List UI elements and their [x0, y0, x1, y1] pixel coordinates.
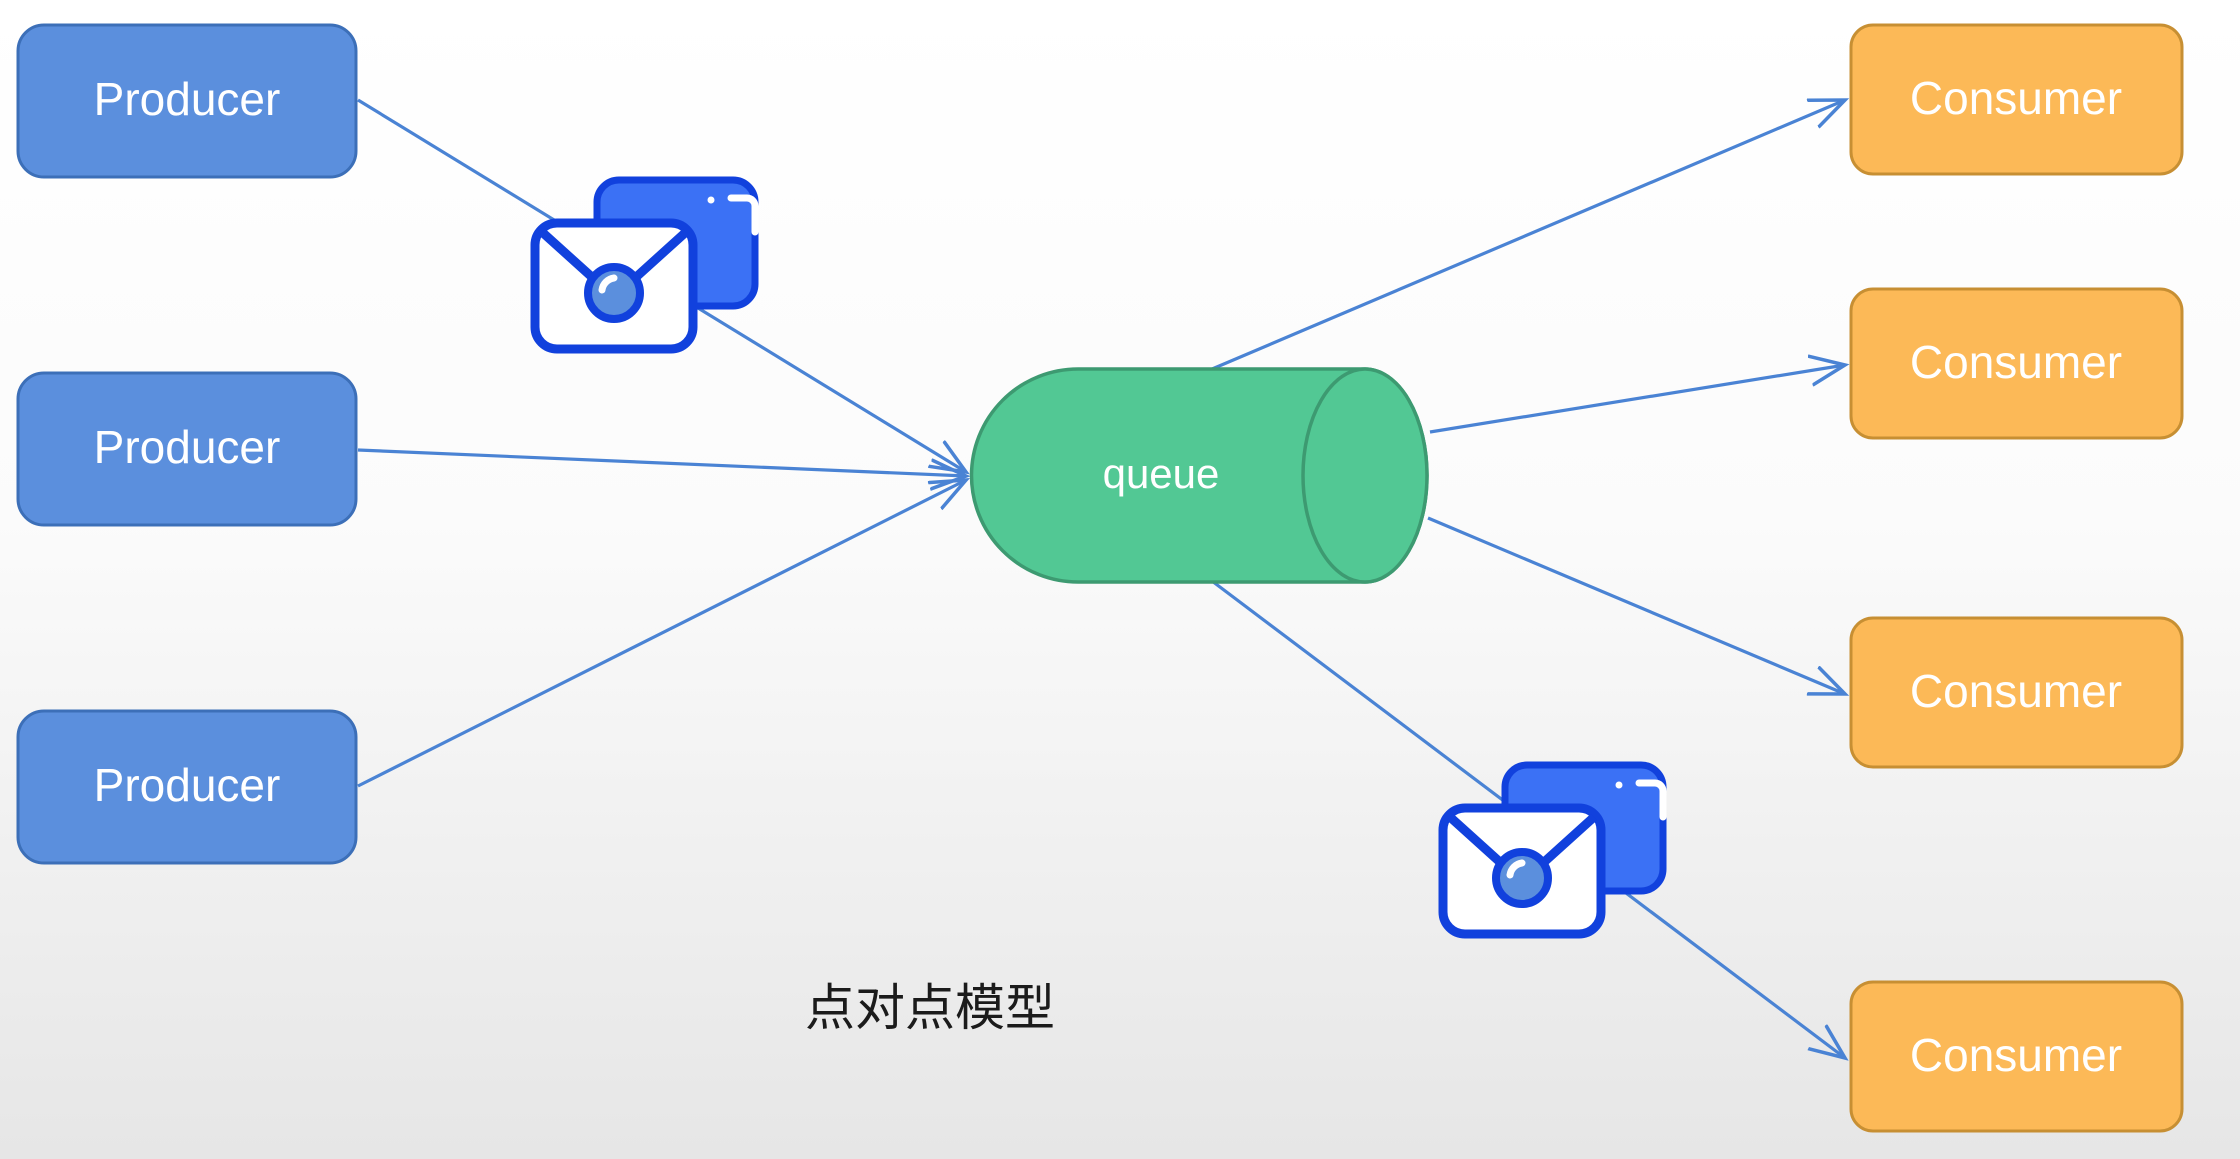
- consumer-box[interactable]: [1849, 23, 2184, 176]
- diagram-caption: 点对点模型: [805, 980, 1055, 1036]
- diagram-canvas: Producer Producer Producer queue Consume…: [0, 0, 2240, 1159]
- consumer-node-1[interactable]: Consumer: [1849, 23, 2184, 176]
- consumer-box[interactable]: [1849, 980, 2184, 1133]
- producer-node-1[interactable]: Producer: [16, 23, 358, 179]
- producer-box[interactable]: [16, 371, 358, 527]
- producer-box[interactable]: [16, 709, 358, 865]
- queue-cap-ellipse: [1301, 367, 1429, 584]
- queue-node[interactable]: queue: [969, 367, 1429, 584]
- consumer-node-4[interactable]: Consumer: [1849, 980, 2184, 1133]
- consumer-box[interactable]: [1849, 287, 2184, 440]
- consumer-box[interactable]: [1849, 616, 2184, 769]
- consumer-node-2[interactable]: Consumer: [1849, 287, 2184, 440]
- producer-node-3[interactable]: Producer: [16, 709, 358, 865]
- producer-box[interactable]: [16, 23, 358, 179]
- producer-node-2[interactable]: Producer: [16, 371, 358, 527]
- consumer-node-3[interactable]: Consumer: [1849, 616, 2184, 769]
- point-to-point-diagram: Producer Producer Producer queue Consume…: [0, 0, 2240, 1159]
